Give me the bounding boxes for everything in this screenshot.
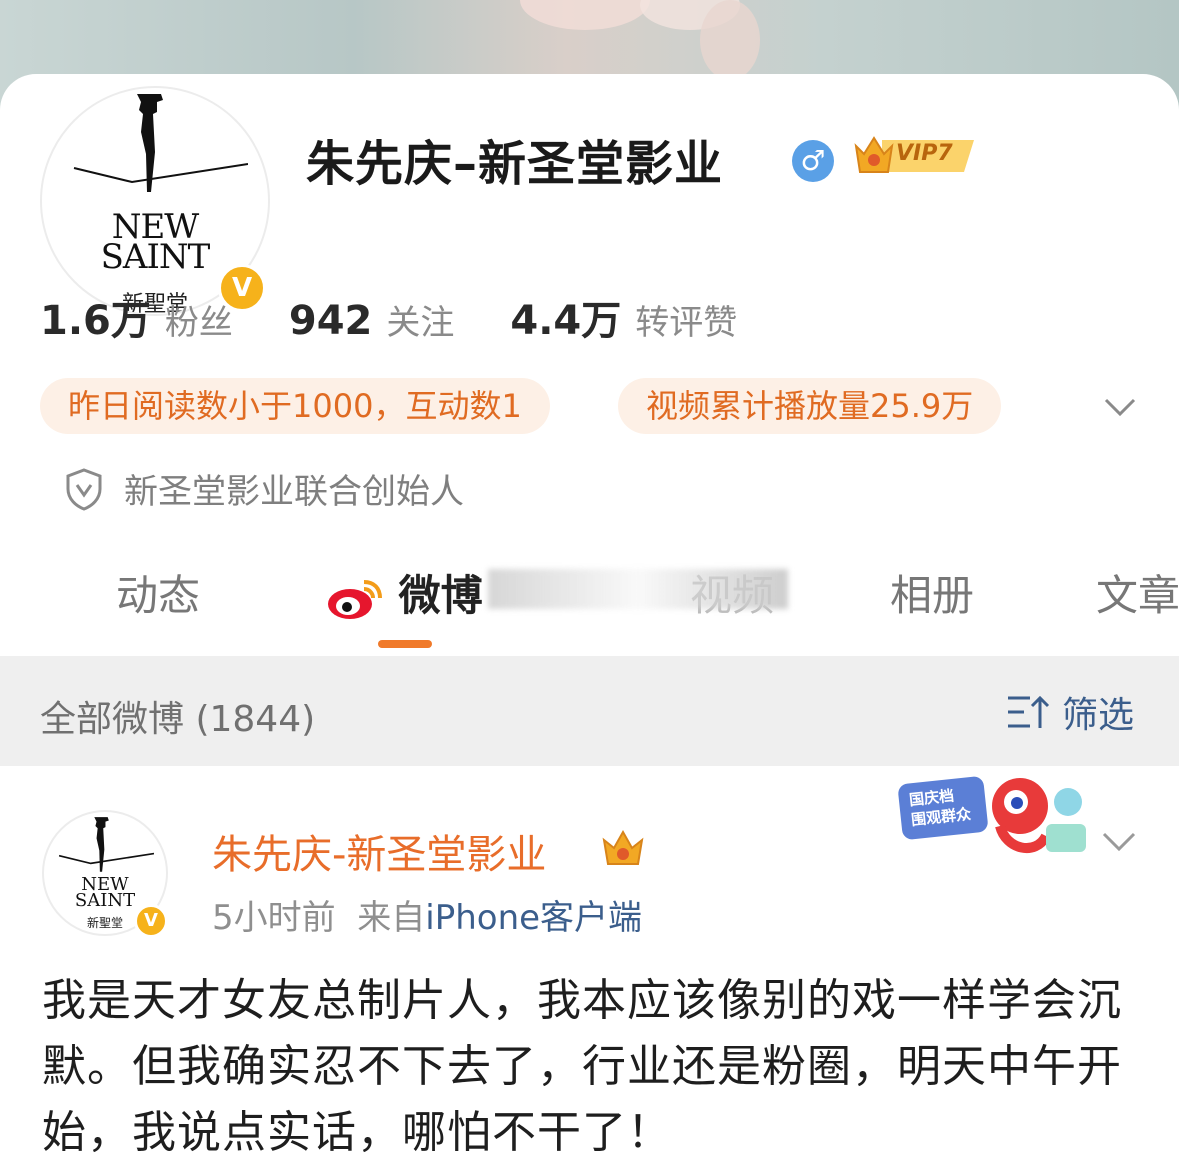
post-meta: 5小时前 来自iPhone客户端 <box>212 890 642 939</box>
profile-stats: 1.6万 粉丝 942 关注 4.4万 转评赞 <box>40 288 793 344</box>
stat-followers-count[interactable]: 1.6万 <box>40 288 151 346</box>
tab-weibo[interactable]: 微博 <box>326 562 483 623</box>
blurred-area <box>488 569 788 609</box>
vip-badge[interactable]: VIP7 <box>852 132 982 178</box>
stat-following-label[interactable]: 关注 <box>386 295 454 344</box>
weibo-logo-icon <box>328 579 382 619</box>
post-author-name[interactable]: 朱先庆-新圣堂影业 <box>212 822 546 880</box>
logo-tightrope-icon <box>73 163 248 184</box>
profile-card: NEW SAINT 新聖堂 V 朱先庆–新圣堂影业 ♂ VIP7 1.6万 粉丝… <box>0 74 1179 664</box>
filter-label: 筛选 <box>1062 695 1135 736</box>
post-time: 5小时前 <box>212 898 336 938</box>
tab-weibo-label: 微博 <box>398 571 483 620</box>
chevron-down-icon[interactable] <box>1098 820 1140 862</box>
tab-active-indicator <box>378 640 432 648</box>
stat-tag-reads[interactable]: 昨日阅读数小于1000，互动数1 <box>40 378 550 434</box>
weibo-post[interactable]: NEW SAINT 新聖堂 V 朱先庆-新圣堂影业 5小时前 来自iPhone客… <box>0 766 1179 1171</box>
cover-flower-petal <box>700 0 760 80</box>
vip-label: VIP7 <box>896 141 953 166</box>
stat-followers-label[interactable]: 粉丝 <box>165 295 233 344</box>
post-source[interactable]: iPhone客户端 <box>425 898 642 938</box>
vip-crown-icon <box>602 829 644 865</box>
stat-likes-count: 4.4万 <box>510 298 622 344</box>
gender-male-icon: ♂ <box>792 140 834 182</box>
chevron-down-icon[interactable] <box>1100 386 1140 426</box>
tab-album[interactable]: 相册 <box>890 562 974 623</box>
shield-icon <box>66 467 102 511</box>
filter-button[interactable]: 筛选 <box>1006 686 1134 738</box>
stat-following-count[interactable]: 942 <box>289 298 373 344</box>
verification-row: 新圣堂影业联合创始人 <box>64 464 464 513</box>
logo-tightrope-icon <box>58 852 154 865</box>
cover-flower-petal <box>520 0 650 30</box>
post-body-text: 我是天才女友总制片人，我本应该像别的戏一样学会沉默。但我确实忍不下去了，行业还是… <box>42 975 1122 1158</box>
verified-badge-icon: V <box>134 904 168 938</box>
post-source-prefix: 来自 <box>357 898 426 938</box>
tab-articles[interactable]: 文章 <box>1096 562 1179 623</box>
stat-likes-label: 转评赞 <box>635 303 738 343</box>
stat-tag-video-plays[interactable]: 视频累计播放量25.9万 <box>618 378 1002 434</box>
feed-filter-bar: 全部微博 (1844) 筛选 <box>0 656 1179 766</box>
national-day-sticker[interactable]: 国庆档 围观群众 <box>896 766 1096 866</box>
filter-sort-icon <box>1008 695 1050 728</box>
tab-feed[interactable]: 动态 <box>116 562 200 623</box>
verification-text: 新圣堂影业联合创始人 <box>124 472 464 512</box>
profile-username: 朱先庆–新圣堂影业 <box>306 136 724 192</box>
feed-count-title: 全部微博 (1844) <box>40 699 316 740</box>
